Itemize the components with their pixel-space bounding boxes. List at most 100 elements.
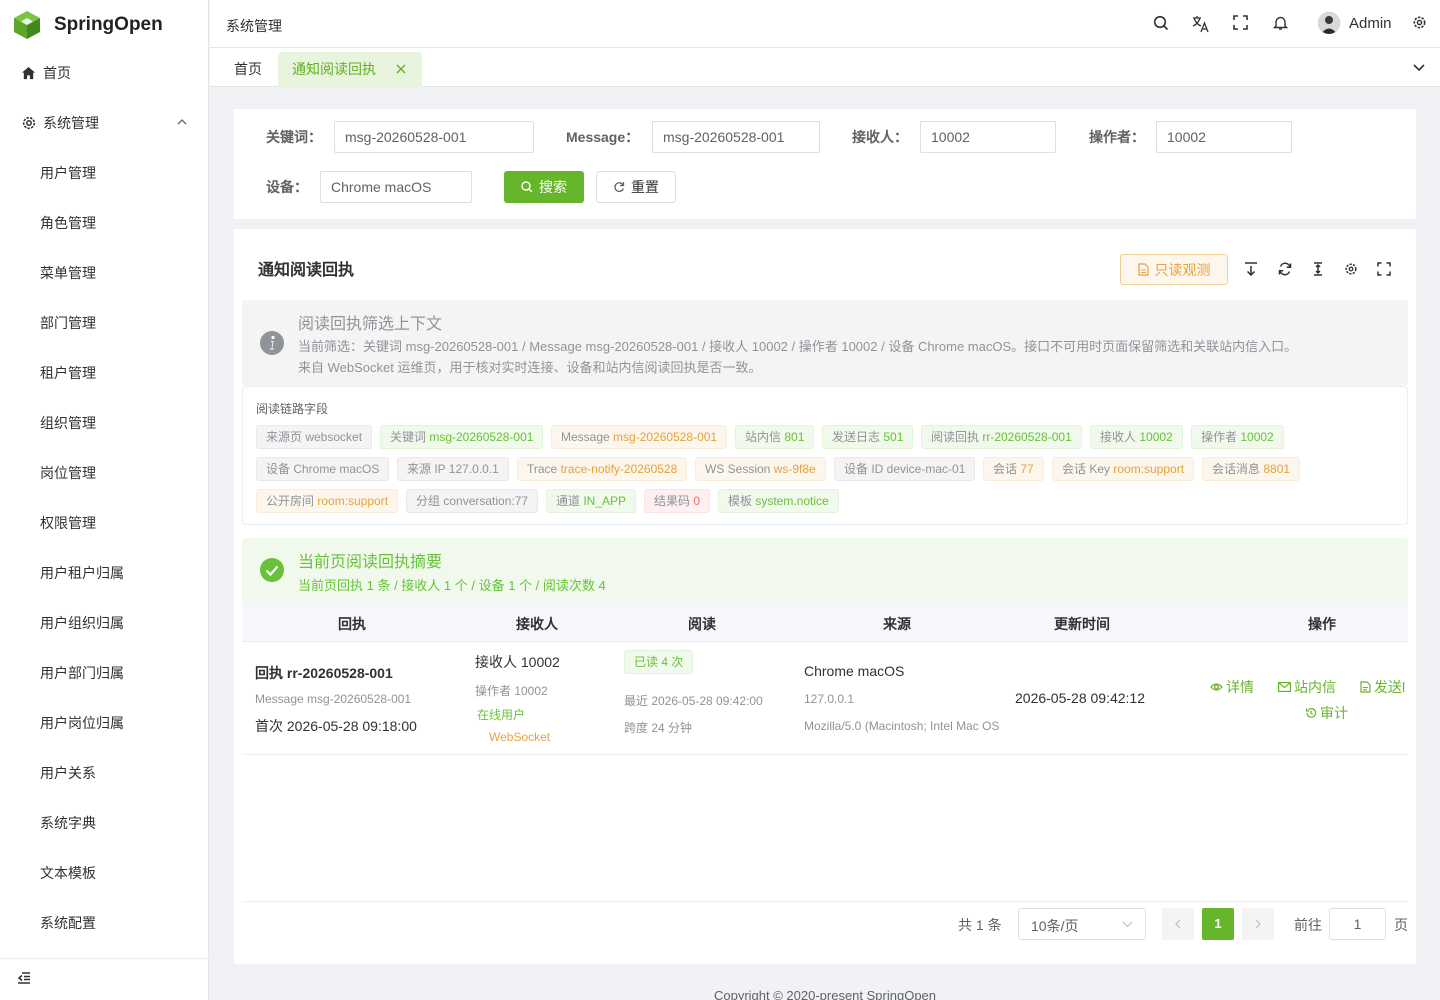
tab-label: 通知阅读回执 <box>292 61 376 77</box>
field-tag-key: 分组 <box>416 494 444 508</box>
readonly-observe-label: 只读观测 <box>1154 261 1211 278</box>
sidebar: SpringOpen 首页 系统管理 用户管理角色管理菜单管理部门管理租户管理组… <box>0 0 209 1000</box>
column-height-icon[interactable] <box>1311 262 1325 276</box>
sidebar-item-config[interactable]: 系统配置 <box>40 913 96 933</box>
sidebar-item-dictionary[interactable]: 系统字典 <box>40 813 96 833</box>
tab-home[interactable]: 首页 <box>234 52 262 87</box>
close-icon[interactable] <box>396 64 406 74</box>
sidebar-item-positions[interactable]: 岗位管理 <box>40 463 96 483</box>
sidebar-item-user-relation[interactable]: 用户关系 <box>40 763 96 783</box>
page-size-select[interactable]: 10条/页 <box>1018 908 1146 940</box>
send-log-link[interactable]: 发送l <box>1360 677 1408 697</box>
sidebar-group-system[interactable]: 系统管理 <box>0 98 209 148</box>
device-input[interactable]: Chrome macOS <box>320 171 472 203</box>
field-tag-key: 设备 ID <box>844 462 887 476</box>
avatar[interactable] <box>1318 12 1340 34</box>
field-tag-key: 设备 <box>266 462 294 476</box>
field-tag-value: system.notice <box>755 494 829 508</box>
gear-icon <box>22 116 36 130</box>
eye-icon <box>1210 683 1223 691</box>
fields-title: 阅读链路字段 <box>256 402 329 416</box>
online-user-link[interactable]: 在线用户 <box>477 706 525 723</box>
field-tag-value: 501 <box>883 430 904 444</box>
check-circle-icon <box>260 558 284 582</box>
field-tag-key: 发送日志 <box>832 430 884 444</box>
column-header: 回执 <box>338 616 366 632</box>
settings-gear-icon[interactable] <box>1412 15 1427 30</box>
logo-cube-icon <box>14 11 40 39</box>
sidebar-item-user-tenant[interactable]: 用户租户归属 <box>40 563 124 583</box>
sidebar-item-menus[interactable]: 菜单管理 <box>40 263 96 283</box>
operator-input[interactable]: 10002 <box>1156 121 1292 153</box>
chevron-down-icon[interactable] <box>1413 62 1425 72</box>
field-tag: 设备 Chrome macOS <box>256 457 390 481</box>
detail-link[interactable]: 详情 <box>1210 677 1254 697</box>
sidebar-item-departments[interactable]: 部门管理 <box>40 313 96 333</box>
field-tag: WS Session ws-9f8e <box>695 457 826 481</box>
search-button-label: 搜索 <box>539 179 567 195</box>
sidebar-item-organizations[interactable]: 组织管理 <box>40 413 96 433</box>
tags-view: 首页 通知阅读回执 <box>210 48 1440 87</box>
sidebar-item-user-org[interactable]: 用户组织归属 <box>40 613 124 633</box>
field-tag-value: msg-20260528-001 <box>429 430 534 444</box>
export-download-icon[interactable] <box>1244 262 1258 276</box>
sidebar-item-text-template[interactable]: 文本模板 <box>40 863 96 883</box>
summary-alert: 当前页阅读回执摘要 当前页回执 1 条 / 接收人 1 个 / 设备 1 个 /… <box>242 538 1408 602</box>
tab-read-receipts[interactable]: 通知阅读回执 <box>278 52 422 87</box>
message-label: Message： <box>566 129 640 145</box>
audit-link[interactable]: 审计 <box>1305 703 1348 723</box>
field-tag-key: 公开房间 <box>266 494 318 508</box>
search-icon[interactable] <box>1153 15 1169 31</box>
sidebar-item-tenants[interactable]: 租户管理 <box>40 363 96 383</box>
readonly-observe-button[interactable]: 只读观测 <box>1120 254 1228 285</box>
sidebar-item-user-dept[interactable]: 用户部门归属 <box>40 663 124 683</box>
field-tag: 来源 IP 127.0.0.1 <box>397 457 509 481</box>
app-logo[interactable]: SpringOpen <box>12 10 163 40</box>
search-form: 关键词： msg-20260528-001 Message： msg-20260… <box>234 109 1416 219</box>
reset-button[interactable]: 重置 <box>596 171 676 203</box>
column-header: 来源 <box>883 616 911 632</box>
fullscreen-icon[interactable] <box>1377 262 1391 276</box>
next-page-button[interactable] <box>1242 908 1274 940</box>
sidebar-item-home[interactable]: 首页 <box>0 48 209 98</box>
summary-description: 当前页回执 1 条 / 接收人 1 个 / 设备 1 个 / 阅读次数 4 <box>298 578 606 593</box>
inbox-link[interactable]: 站内信 <box>1278 677 1336 697</box>
fullscreen-icon[interactable] <box>1233 15 1248 30</box>
field-tag: 阅读回执 rr-20260528-001 <box>921 425 1082 449</box>
sidebar-item-user-position[interactable]: 用户岗位归属 <box>40 713 124 733</box>
keyword-input[interactable]: msg-20260528-001 <box>334 121 534 153</box>
log-document-icon <box>1360 681 1371 693</box>
field-tag-value: Chrome macOS <box>293 462 380 476</box>
column-settings-icon[interactable] <box>1344 262 1358 276</box>
read-chain-fields: 阅读链路字段 来源页 websocket 关键词 msg-20260528-001… <box>242 386 1408 525</box>
field-tag-key: 接收人 <box>1100 430 1140 444</box>
field-tag-value: websocket <box>305 430 363 444</box>
field-tag-key: 结果码 <box>654 494 694 508</box>
bell-icon[interactable] <box>1273 15 1288 31</box>
field-tag-key: 关键词 <box>390 430 430 444</box>
chevron-down-icon <box>1122 921 1133 928</box>
goto-page-input[interactable]: 1 <box>1329 908 1386 940</box>
refresh-icon[interactable] <box>1278 262 1292 276</box>
field-tag-key: 会话消息 <box>1212 462 1264 476</box>
history-icon <box>1305 707 1317 718</box>
alert-desc-line: 当前筛选：关键词 msg-20260528-001 / Message msg-… <box>298 339 1298 354</box>
page-footer: Copyright © 2020-present SpringOpen <box>713 988 937 1000</box>
sidebar-item-roles[interactable]: 角色管理 <box>40 213 96 233</box>
user-name[interactable]: Admin <box>1349 15 1392 32</box>
refresh-icon <box>614 182 625 193</box>
receiver-input[interactable]: 10002 <box>920 121 1056 153</box>
translate-icon[interactable] <box>1192 15 1210 33</box>
websocket-link[interactable]: WebSocket <box>489 730 550 744</box>
message-input[interactable]: msg-20260528-001 <box>652 121 820 153</box>
read-span: 跨度 24 分钟 <box>624 721 693 735</box>
search-button[interactable]: 搜索 <box>504 171 584 203</box>
collapse-menu-icon[interactable] <box>17 971 31 985</box>
sidebar-group-label: 系统管理 <box>43 115 99 131</box>
prev-page-button[interactable] <box>1162 908 1194 940</box>
sidebar-item-permissions[interactable]: 权限管理 <box>40 513 96 533</box>
field-tag-value: device-mac-01 <box>886 462 966 476</box>
page-number-current[interactable]: 1 <box>1202 908 1234 940</box>
sidebar-item-users[interactable]: 用户管理 <box>40 163 96 183</box>
user-avatar-icon <box>1318 12 1340 34</box>
